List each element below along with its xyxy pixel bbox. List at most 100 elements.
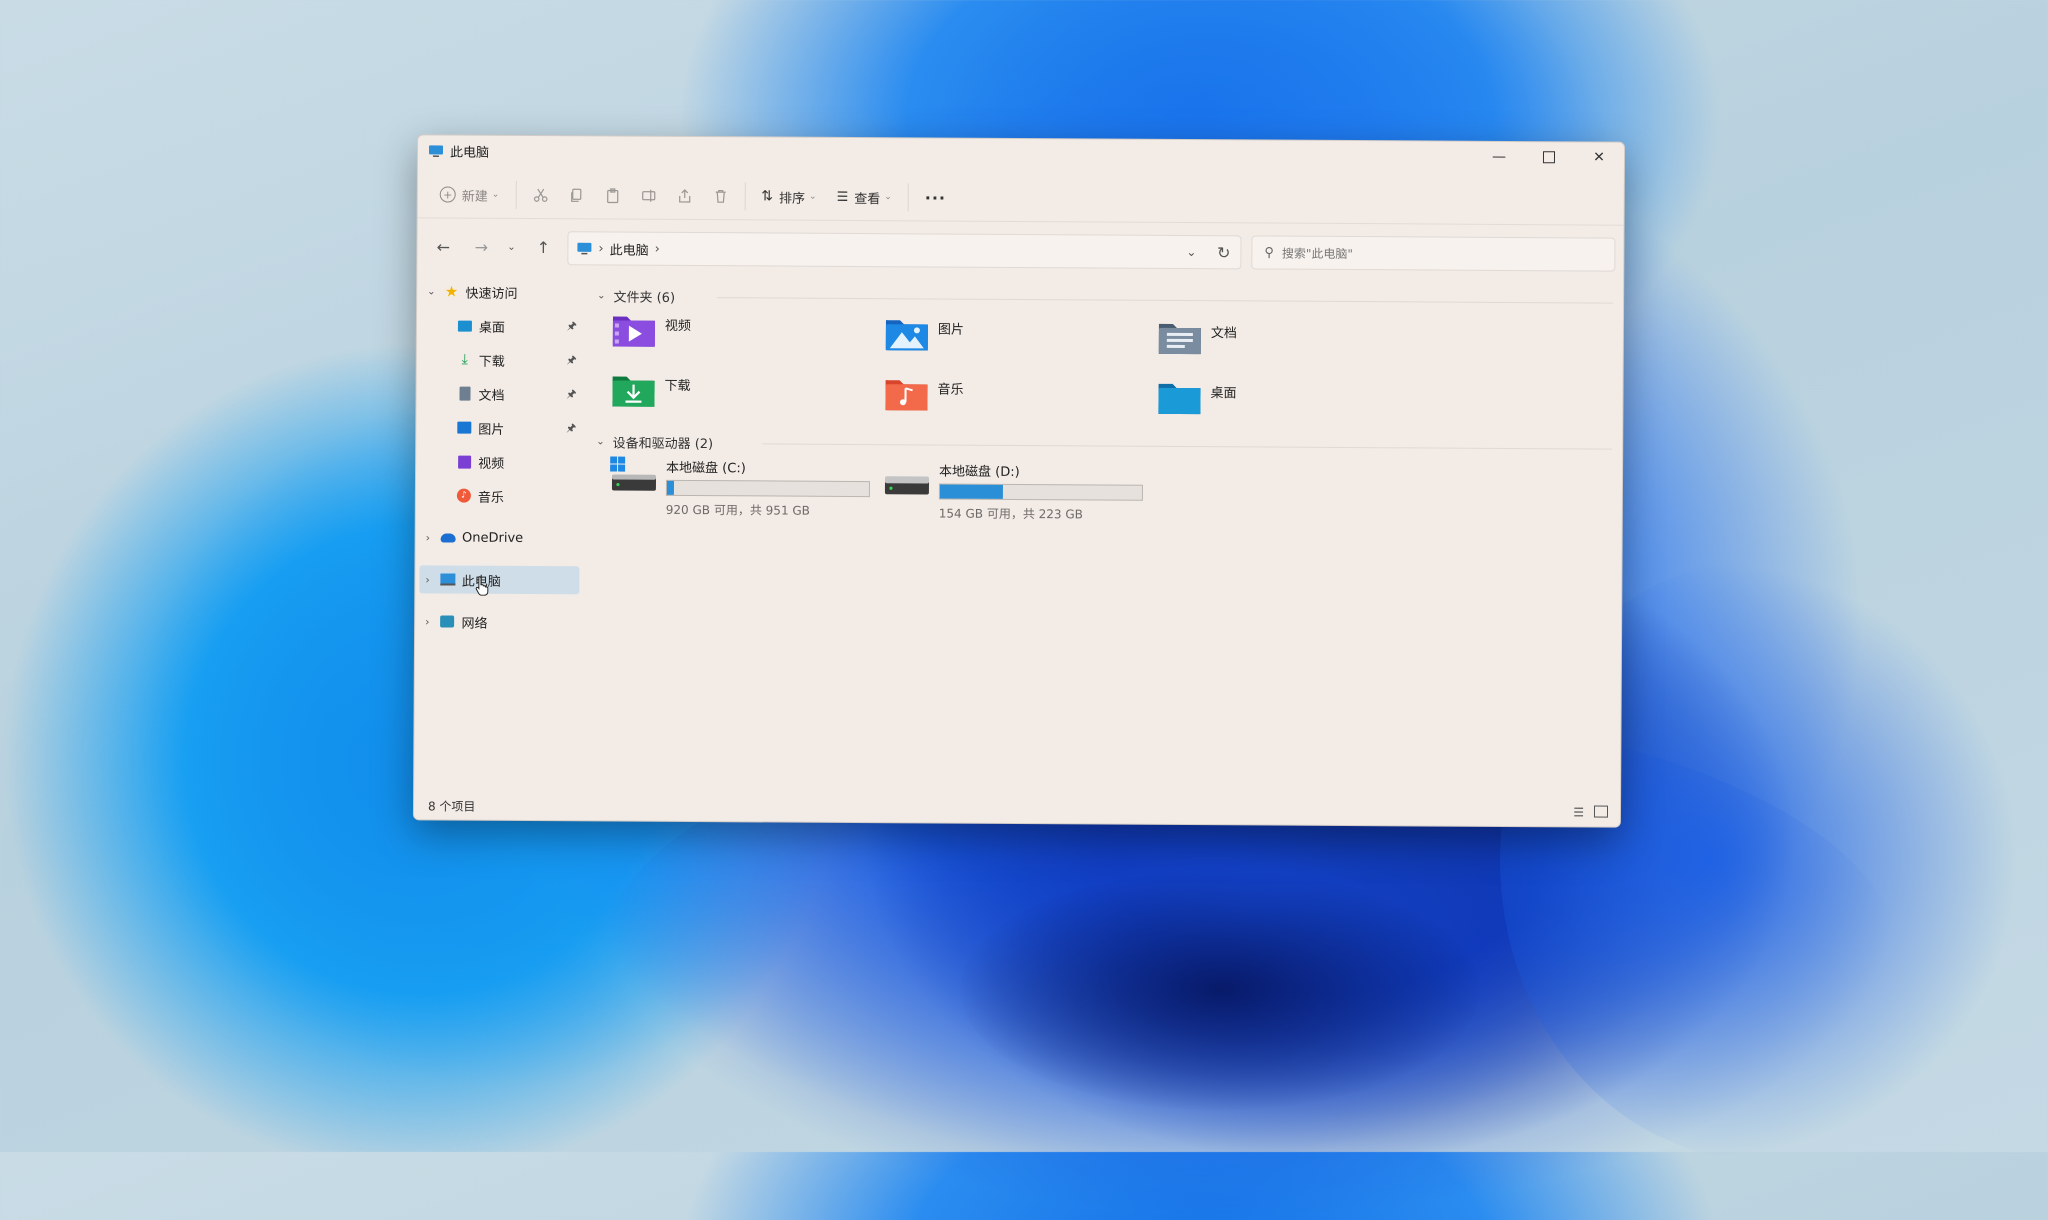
sidebar-item-documents[interactable]: 文档 🖈: [456, 380, 580, 409]
folder-label: 桌面: [1210, 382, 1236, 401]
delete-button[interactable]: [702, 179, 738, 213]
new-button[interactable]: + 新建 ⌄: [430, 177, 510, 211]
sidebar-item-label: 网络: [461, 612, 487, 631]
drive-usage-fill: [940, 485, 1003, 499]
sort-button[interactable]: ⇅ 排序 ⌄: [751, 179, 827, 213]
this-pc-icon: [576, 241, 592, 255]
folder-label: 下载: [665, 375, 691, 394]
copy-button[interactable]: [558, 178, 594, 212]
breadcrumb-separator: ›: [598, 241, 603, 256]
pin-icon: 🖈: [566, 385, 576, 404]
sidebar-item-onedrive[interactable]: › OneDrive: [426, 523, 576, 552]
sidebar-item-this-pc[interactable]: › 此电脑: [419, 565, 579, 594]
drive-space-info: 920 GB 可用，共 951 GB: [666, 501, 870, 519]
sort-icon: ⇅: [761, 188, 773, 204]
group-divider: [762, 443, 1612, 449]
documents-folder-icon: [1157, 318, 1203, 356]
close-button[interactable]: ✕: [1574, 142, 1624, 172]
sidebar-item-label: 快速访问: [465, 282, 517, 301]
group-divider: [717, 297, 1613, 303]
drive-usage-fill: [667, 481, 674, 495]
folder-tile-documents[interactable]: 文档: [1157, 318, 1237, 356]
address-bar[interactable]: › 此电脑 › ⌄ ↻: [567, 231, 1241, 269]
sort-button-label: 排序: [779, 187, 805, 206]
scissors-icon: [532, 187, 548, 203]
new-button-label: 新建: [462, 185, 488, 204]
cut-button[interactable]: [522, 178, 558, 212]
folder-tile-music[interactable]: 音乐: [883, 374, 963, 412]
copy-icon: [568, 187, 584, 203]
chevron-down-icon: ⌄: [492, 190, 500, 200]
rename-button[interactable]: [630, 179, 666, 213]
drive-details: 本地磁盘 (D:) 154 GB 可用，共 223 GB: [939, 461, 1143, 523]
drive-details: 本地磁盘 (C:) 920 GB 可用，共 951 GB: [666, 457, 870, 519]
tiles-view-button[interactable]: [1594, 805, 1608, 820]
sidebar-item-music[interactable]: ♪ 音乐: [456, 482, 580, 511]
folder-tile-pictures[interactable]: 图片: [884, 314, 964, 352]
sidebar-item-label: 音乐: [478, 486, 504, 505]
sidebar-item-label: 下载: [479, 350, 505, 369]
breadcrumb-separator: ›: [655, 241, 660, 256]
share-button[interactable]: [666, 179, 702, 213]
up-button[interactable]: ↑: [529, 234, 557, 260]
forward-button[interactable]: →: [467, 234, 495, 260]
star-icon: ★: [443, 283, 459, 299]
more-options-button[interactable]: ···: [915, 180, 956, 214]
tiles-view-icon: [1594, 805, 1608, 817]
paste-button[interactable]: [594, 178, 630, 212]
sidebar-item-pictures[interactable]: 图片 🖈: [456, 414, 580, 443]
window-title: 此电脑: [450, 141, 489, 160]
title-bar: 此电脑 — ✕: [418, 135, 1624, 172]
folder-tile-desktop[interactable]: 桌面: [1156, 378, 1236, 416]
breadcrumb-item-this-pc[interactable]: 此电脑: [610, 239, 649, 258]
sidebar-item-label: 图片: [478, 418, 504, 437]
share-icon: [676, 188, 692, 204]
view-button-label: 查看: [854, 187, 880, 206]
view-button[interactable]: ☰ 查看 ⌄: [826, 180, 901, 214]
details-view-button[interactable]: ☰: [1573, 805, 1584, 819]
sidebar-item-downloads[interactable]: ⤓ 下载 🖈: [457, 346, 581, 375]
minimize-button[interactable]: —: [1474, 142, 1524, 172]
cloud-icon: [440, 529, 456, 545]
hard-drive-icon: [883, 460, 931, 500]
drive-tile-c[interactable]: 本地磁盘 (C:) 920 GB 可用，共 951 GB: [610, 457, 870, 520]
drive-name: 本地磁盘 (D:): [939, 461, 1143, 481]
chevron-down-icon: ⌄: [809, 192, 817, 202]
sidebar-item-label: 桌面: [479, 316, 505, 335]
more-icon: ···: [925, 188, 946, 207]
drive-name: 本地磁盘 (C:): [666, 457, 870, 477]
sidebar-item-quick-access[interactable]: ⌄ ★ 快速访问: [427, 277, 577, 306]
item-count: 8 个项目: [428, 797, 476, 814]
folder-tile-downloads[interactable]: 下载: [610, 371, 690, 409]
sidebar-item-desktop[interactable]: 桌面 🖈: [457, 312, 581, 341]
desktop-icon: [457, 318, 473, 334]
chevron-down-icon: ⌄: [597, 290, 605, 301]
sidebar-item-network[interactable]: › 网络: [425, 607, 575, 636]
arrow-left-icon: ←: [437, 237, 451, 256]
search-icon: ⚲: [1264, 245, 1274, 260]
sidebar-item-videos[interactable]: 视频: [456, 448, 580, 477]
drive-tile-d[interactable]: 本地磁盘 (D:) 154 GB 可用，共 223 GB: [883, 460, 1143, 523]
maximize-button[interactable]: [1524, 142, 1574, 172]
view-list-icon: ☰: [837, 189, 849, 204]
navigation-pane: ⌄ ★ 快速访问 桌面 🖈 ⤓ 下载 🖈 文档 🖈 图片 🖈 视频: [414, 277, 585, 790]
back-button[interactable]: ←: [429, 233, 457, 259]
command-bar: + 新建 ⌄ ⇅ 排序 ⌄ ☰ 查看 ⌄: [418, 171, 1624, 225]
recent-locations-button[interactable]: ⌄: [497, 234, 525, 260]
pin-icon: 🖈: [566, 351, 576, 370]
close-icon: ✕: [1593, 150, 1605, 166]
search-box[interactable]: ⚲ 搜索"此电脑": [1251, 235, 1615, 271]
folder-label: 文档: [1211, 322, 1237, 341]
address-dropdown-button[interactable]: ⌄: [1186, 245, 1196, 259]
refresh-button[interactable]: ↻: [1217, 243, 1231, 262]
plus-circle-icon: +: [440, 186, 456, 202]
video-folder-icon: [611, 311, 657, 349]
folder-tile-videos[interactable]: 视频: [611, 311, 691, 349]
group-header-label: 文件夹 (6): [613, 287, 675, 306]
drives-group-header[interactable]: ⌄ 设备和驱动器 (2): [596, 432, 713, 452]
chevron-down-icon: ⌄: [427, 286, 435, 297]
folders-group-header[interactable]: ⌄ 文件夹 (6): [597, 286, 675, 305]
downloads-folder-icon: [610, 371, 656, 409]
this-pc-icon: [440, 571, 456, 587]
file-explorer-window: 此电脑 — ✕ + 新建 ⌄: [413, 134, 1625, 827]
